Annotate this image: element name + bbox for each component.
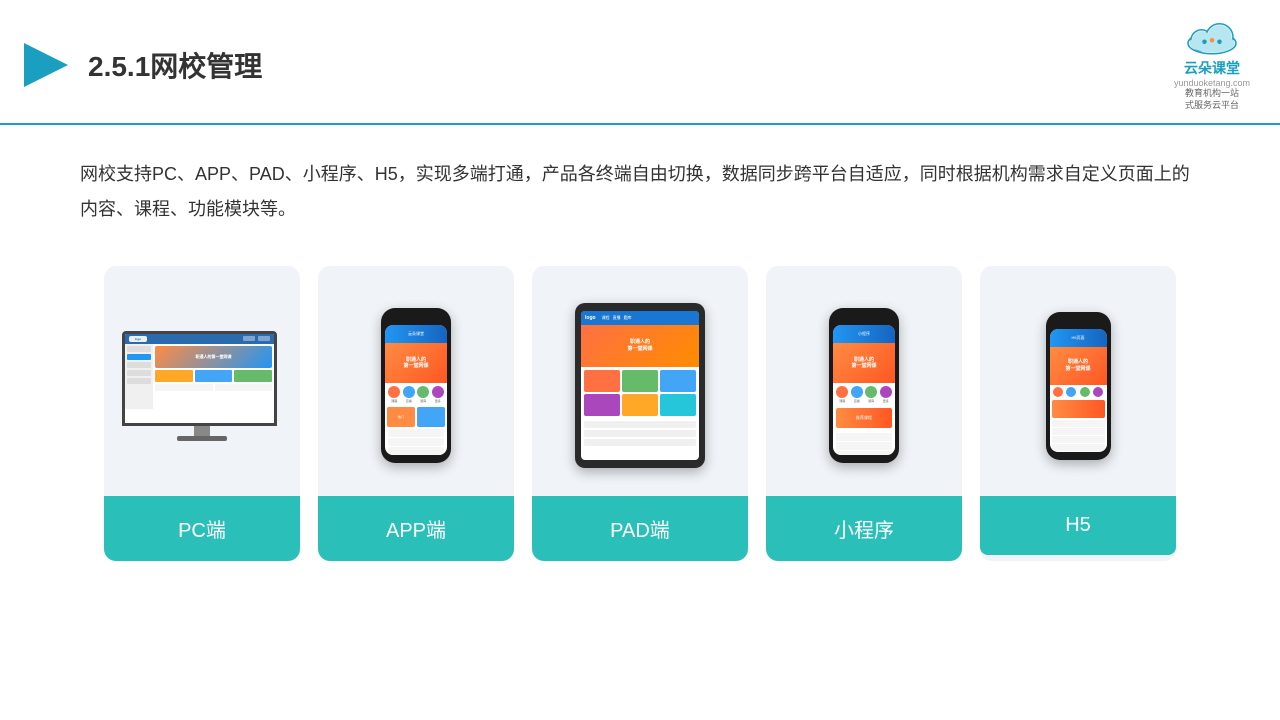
- description: 网校支持PC、APP、PAD、小程序、H5，实现多端打通，产品各终端自由切换，数…: [0, 125, 1280, 245]
- header-left: 2.5.1网校管理: [20, 39, 262, 91]
- phone-mockup-h5: H5页面 职通人的第一堂网课: [1046, 312, 1111, 460]
- tablet-mockup: logo 课程 直播 题库 职通人的第一堂网课: [575, 303, 705, 468]
- card-h5: H5页面 职通人的第一堂网课: [980, 266, 1176, 561]
- app-image-area: 云朵课堂 职通人的第一堂网课 课程 直播: [318, 266, 514, 496]
- monitor-screen: logo: [122, 331, 277, 426]
- card-pc: logo: [104, 266, 300, 561]
- monitor-mockup: logo: [122, 331, 282, 441]
- h5-image-area: H5页面 职通人的第一堂网课: [980, 266, 1176, 496]
- pc-label: PC端: [104, 496, 300, 561]
- app-label: APP端: [318, 496, 514, 561]
- h5-label: H5: [980, 496, 1176, 555]
- logo-icon: [1182, 18, 1242, 58]
- logo-url: yunduoketang.com: [1174, 78, 1250, 88]
- header: 2.5.1网校管理 云朵课堂 yunduoketang.com 教育机构一站式服…: [0, 0, 1280, 125]
- logo-brand: 云朵课堂: [1184, 58, 1240, 78]
- phone-mockup-miniapp: 小程序 职通人的第一堂网课 课程 直播: [829, 308, 899, 463]
- cards-container: logo: [0, 246, 1280, 591]
- description-text: 网校支持PC、APP、PAD、小程序、H5，实现多端打通，产品各终端自由切换，数…: [80, 164, 1190, 218]
- miniapp-image-area: 小程序 职通人的第一堂网课 课程 直播: [766, 266, 962, 496]
- miniapp-label: 小程序: [766, 496, 962, 561]
- pc-image-area: logo: [104, 266, 300, 496]
- play-icon: [20, 39, 72, 91]
- page-title: 2.5.1网校管理: [88, 45, 262, 85]
- logo-tagline: 教育机构一站式服务云平台: [1185, 88, 1239, 111]
- card-app: 云朵课堂 职通人的第一堂网课 课程 直播: [318, 266, 514, 561]
- pad-label: PAD端: [532, 496, 748, 561]
- logo-area: 云朵课堂 yunduoketang.com 教育机构一站式服务云平台: [1174, 18, 1250, 111]
- card-miniapp: 小程序 职通人的第一堂网课 课程 直播: [766, 266, 962, 561]
- phone-mockup-app: 云朵课堂 职通人的第一堂网课 课程 直播: [381, 308, 451, 463]
- pad-image-area: logo 课程 直播 题库 职通人的第一堂网课: [532, 266, 748, 496]
- card-pad: logo 课程 直播 题库 职通人的第一堂网课: [532, 266, 748, 561]
